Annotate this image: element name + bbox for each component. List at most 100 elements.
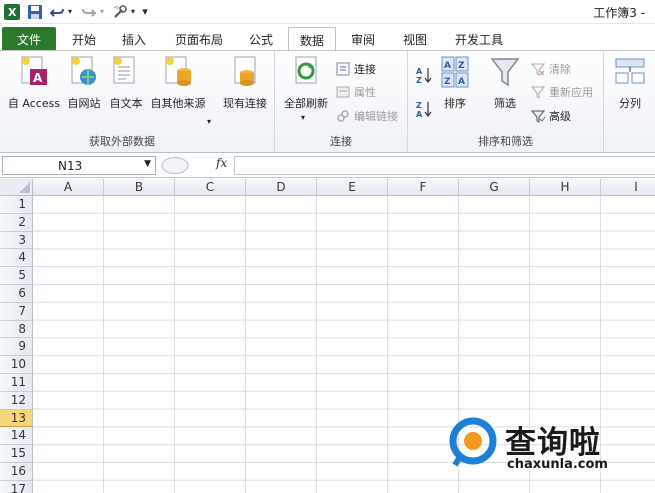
column-header[interactable]: D [246, 179, 317, 196]
properties-label: 属性 [354, 86, 376, 99]
formula-bar-expander-icon[interactable] [160, 156, 190, 175]
insert-function-icon[interactable]: fx [216, 156, 227, 170]
column-header[interactable]: F [388, 179, 459, 196]
text-to-columns-button[interactable]: 分列 [612, 55, 648, 110]
row-header[interactable]: 11 [0, 374, 33, 392]
customize-icon[interactable] [111, 3, 129, 20]
sort-button[interactable]: AZZA 排序 [440, 55, 470, 110]
tab-data[interactable]: 数据 [288, 27, 336, 52]
group-sort-filter: AZ ZA AZZA 排序 筛选 清除 重新应用 高级 排序和筛选 [408, 51, 604, 152]
filter-icon [490, 58, 520, 87]
name-box-dropdown-icon[interactable]: ▼ [144, 159, 151, 169]
column-header[interactable]: B [104, 179, 175, 196]
row-header[interactable]: 7 [0, 302, 33, 321]
from-text-button[interactable]: 自文本 [108, 55, 144, 110]
svg-text:Z: Z [458, 61, 465, 71]
column-header[interactable]: H [530, 179, 601, 196]
row-header[interactable]: 2 [0, 213, 33, 232]
web-icon [71, 56, 96, 85]
tab-formulas[interactable]: 公式 [238, 27, 284, 51]
row-header[interactable]: 12 [0, 391, 33, 410]
clear-filter-icon [530, 61, 546, 77]
advanced-label: 高级 [549, 110, 571, 123]
name-box[interactable]: N13 ▼ [2, 156, 156, 175]
watermark: 查询啦 chaxunla.com [447, 417, 637, 477]
sort-label: 排序 [444, 97, 466, 110]
ribbon-data: A 自 Access 自网站 自文本 自其他来源 ▾ 现有连接 获取外部数据 全… [0, 50, 655, 153]
filter-button[interactable]: 筛选 [488, 55, 522, 110]
save-icon[interactable] [26, 3, 44, 20]
tab-insert[interactable]: 插入 [111, 27, 157, 51]
row-header[interactable]: 6 [0, 285, 33, 303]
row-header[interactable]: 9 [0, 338, 33, 357]
row-header-active[interactable]: 13 [0, 409, 33, 428]
text-to-columns-label: 分列 [619, 97, 641, 110]
undo-dropdown-icon[interactable]: ▾ [66, 3, 74, 20]
watermark-title: 查询啦 [505, 425, 601, 461]
svg-text:A: A [33, 71, 43, 85]
reapply-button[interactable]: 重新应用 [530, 82, 593, 102]
properties-icon [335, 84, 351, 100]
column-header[interactable]: I [601, 179, 655, 196]
existing-connections-icon [234, 56, 256, 86]
tab-review[interactable]: 审阅 [340, 27, 386, 51]
column-header[interactable]: A [33, 179, 104, 196]
svg-text:X: X [8, 6, 17, 19]
row-header[interactable]: 4 [0, 249, 33, 268]
tab-developer[interactable]: 开发工具 [444, 27, 514, 51]
tab-home[interactable]: 开始 [60, 27, 108, 51]
existing-connections-label: 现有连接 [223, 97, 267, 110]
formula-controls: fx [160, 156, 232, 175]
tab-view[interactable]: 视图 [392, 27, 438, 51]
tab-page-layout[interactable]: 页面布局 [163, 27, 235, 51]
existing-connections-button[interactable]: 现有连接 [223, 55, 267, 110]
row-header[interactable]: 5 [0, 267, 33, 285]
refresh-all-button[interactable]: 全部刷新 ▾ [284, 55, 328, 122]
from-other-sources-label: 自其他来源 [150, 97, 206, 110]
row-header[interactable]: 17 [0, 480, 33, 493]
row-header[interactable]: 8 [0, 320, 33, 339]
customize-dropdown-icon[interactable]: ▾ [130, 3, 136, 20]
column-header[interactable]: G [459, 179, 530, 196]
title-bar: X ▾ ▾ ▾ ▾ 工作簿3 - [0, 0, 655, 24]
text-file-icon [113, 56, 135, 84]
column-header[interactable]: C [175, 179, 246, 196]
tab-file[interactable]: 文件 [2, 27, 56, 51]
undo-icon[interactable] [48, 3, 66, 20]
advanced-button[interactable]: 高级 [530, 106, 571, 126]
clear-button[interactable]: 清除 [530, 59, 571, 79]
group-connections: 全部刷新 ▾ 连接 属性 编辑链接 连接 [275, 51, 408, 152]
sort-filter-group-label: 排序和筛选 [478, 135, 533, 148]
row-header[interactable]: 16 [0, 463, 33, 481]
svg-text:Z: Z [416, 101, 422, 110]
row-header[interactable]: 14 [0, 427, 33, 446]
connections-group-label: 连接 [330, 135, 352, 148]
edit-links-label: 编辑链接 [354, 110, 398, 123]
column-header[interactable]: E [317, 179, 388, 196]
other-sources-icon [165, 56, 191, 86]
row-header[interactable]: 3 [0, 231, 33, 250]
row-header[interactable]: 1 [0, 196, 33, 214]
name-box-value: N13 [58, 159, 83, 173]
row-header[interactable]: 10 [0, 356, 33, 374]
clear-label: 清除 [549, 63, 571, 76]
edit-links-button[interactable]: 编辑链接 [335, 106, 398, 126]
chevron-down-icon: ▾ [301, 113, 306, 122]
link-icon [335, 108, 351, 124]
refresh-icon [295, 56, 317, 84]
connections-button[interactable]: 连接 [335, 59, 376, 79]
sort-ascending-icon: AZ [416, 67, 432, 84]
properties-button[interactable]: 属性 [335, 82, 376, 102]
excel-icon[interactable]: X [3, 3, 21, 20]
from-access-button[interactable]: A 自 Access [8, 55, 60, 110]
formula-input[interactable] [234, 156, 655, 175]
from-other-sources-button[interactable]: 自其他来源 [151, 55, 206, 110]
row-header[interactable]: 15 [0, 445, 33, 463]
select-all-corner[interactable] [0, 179, 33, 196]
external-data-group-label: 获取外部数据 [89, 135, 155, 148]
redo-dropdown-icon[interactable]: ▾ [98, 3, 106, 20]
more-commands-icon[interactable]: ▾ [140, 3, 150, 20]
from-web-button[interactable]: 自网站 [66, 55, 102, 110]
redo-icon[interactable] [80, 3, 98, 20]
sort-ascending-button[interactable]: AZ [416, 65, 435, 85]
